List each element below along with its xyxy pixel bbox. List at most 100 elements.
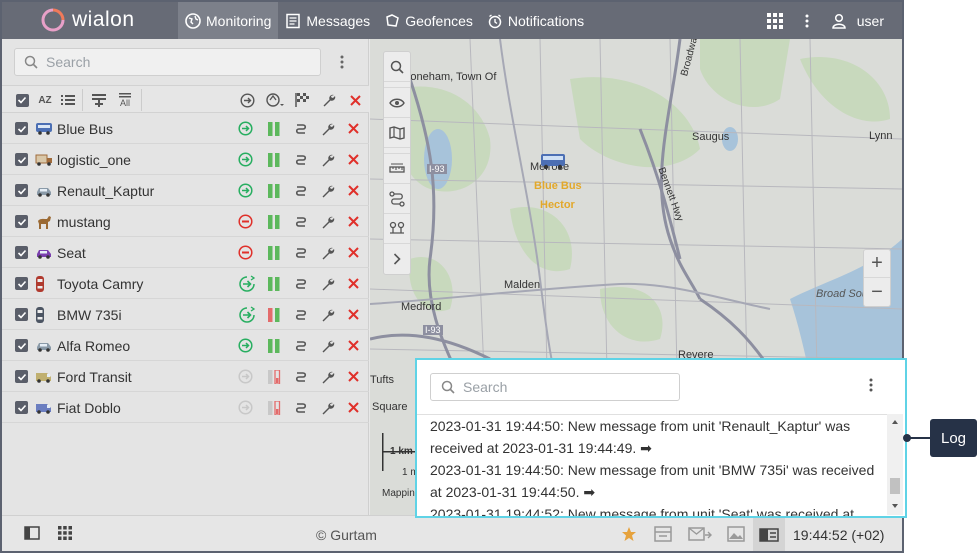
sensor-state-icon[interactable] [267, 113, 281, 144]
commands-icon[interactable] [295, 299, 307, 330]
favorites-button[interactable] [621, 526, 637, 547]
apps-button[interactable] [58, 526, 72, 545]
logo[interactable]: wialon [40, 8, 135, 32]
apps-grid-button[interactable] [759, 2, 791, 39]
close-icon[interactable] [348, 144, 359, 175]
nav-geofences[interactable]: Geofences [377, 2, 480, 39]
sensor-state-icon[interactable] [267, 268, 281, 299]
wrench-icon[interactable] [321, 175, 335, 206]
go-to-message-icon[interactable]: ➡ [640, 440, 652, 456]
connection-state-icon[interactable] [238, 330, 253, 361]
unit-row[interactable]: BMW 735i [2, 299, 369, 330]
wrench-icon[interactable] [321, 330, 335, 361]
unit-checkbox[interactable] [15, 268, 28, 299]
go-to-message-icon[interactable]: ➡ [583, 484, 595, 500]
log-search-input[interactable]: Search [430, 373, 680, 401]
connection-state-icon[interactable] [238, 175, 253, 206]
sensor-state-icon[interactable] [267, 361, 281, 392]
unit-checkbox[interactable] [15, 330, 28, 361]
user-label[interactable]: user [855, 13, 902, 29]
close-icon[interactable] [348, 268, 359, 299]
connection-state-icon[interactable] [238, 206, 253, 237]
tasks-button[interactable] [654, 526, 672, 547]
unit-row[interactable]: Alfa Romeo [2, 330, 369, 361]
unit-checkbox[interactable] [15, 144, 28, 175]
zoom-out-button[interactable]: − [864, 278, 890, 306]
list-view-button[interactable] [60, 86, 76, 114]
unit-checkbox[interactable] [15, 237, 28, 268]
log-scroll-thumb[interactable] [890, 478, 900, 494]
connection-state-icon[interactable] [238, 113, 253, 144]
connection-state-icon[interactable] [238, 392, 253, 423]
close-icon[interactable] [348, 361, 359, 392]
commands-icon[interactable] [295, 206, 307, 237]
unit-name[interactable]: logistic_one [57, 144, 131, 175]
sort-az-button[interactable]: AZ [36, 86, 54, 114]
nav-monitoring[interactable]: Monitoring [178, 2, 279, 39]
unit-row[interactable]: logistic_one [2, 144, 369, 175]
col-motion-header[interactable] [264, 86, 286, 114]
sensor-state-icon[interactable] [267, 392, 281, 423]
unit-row[interactable]: Renault_Kaptur [2, 175, 369, 206]
unit-name[interactable]: mustang [57, 206, 111, 237]
close-icon[interactable] [348, 175, 359, 206]
commands-icon[interactable] [295, 268, 307, 299]
connection-state-icon[interactable] [238, 268, 256, 299]
hittest-button[interactable] [384, 214, 410, 244]
nav-notifications[interactable]: Notifications [480, 2, 591, 39]
unit-name[interactable]: BMW 735i [57, 299, 122, 330]
remove-all-button[interactable] [347, 86, 363, 114]
route-button[interactable] [384, 184, 410, 214]
close-icon[interactable] [348, 237, 359, 268]
add-all-units-button[interactable]: All [116, 86, 134, 114]
col-properties-header[interactable] [320, 86, 338, 114]
map-visibility-button[interactable] [384, 88, 410, 118]
unit-row[interactable]: Ford Transit [2, 361, 369, 392]
unit-checkbox[interactable] [15, 175, 28, 206]
commands-icon[interactable] [295, 175, 307, 206]
unit-name[interactable]: Seat [57, 237, 86, 268]
panel-menu-button[interactable] [334, 53, 350, 71]
close-icon[interactable] [348, 113, 359, 144]
unit-checkbox[interactable] [15, 392, 28, 423]
log-scrollbar[interactable] [887, 414, 903, 515]
close-icon[interactable] [348, 330, 359, 361]
expand-tools-button[interactable] [384, 244, 410, 274]
wrench-icon[interactable] [321, 237, 335, 268]
unit-name[interactable]: Renault_Kaptur [57, 175, 154, 206]
wrench-icon[interactable] [321, 361, 335, 392]
user-button[interactable] [823, 2, 855, 39]
add-units-button[interactable] [91, 86, 107, 114]
sensor-state-icon[interactable] [267, 299, 281, 330]
log-menu-button[interactable] [869, 378, 873, 397]
gallery-button[interactable] [727, 526, 745, 547]
log-toggle-button[interactable] [753, 516, 785, 551]
unit-row[interactable]: Fiat Doblo [2, 392, 369, 423]
connection-state-icon[interactable] [238, 361, 253, 392]
close-icon[interactable] [348, 299, 359, 330]
wrench-icon[interactable] [321, 299, 335, 330]
distance-ruler-button[interactable] [384, 154, 410, 184]
sensor-state-icon[interactable] [267, 175, 281, 206]
commands-icon[interactable] [295, 237, 307, 268]
sensor-state-icon[interactable] [267, 330, 281, 361]
connection-state-icon[interactable] [238, 299, 256, 330]
col-commands-header[interactable] [293, 86, 311, 114]
sensor-state-icon[interactable] [267, 206, 281, 237]
commands-icon[interactable] [295, 113, 307, 144]
sensor-state-icon[interactable] [267, 237, 281, 268]
wrench-icon[interactable] [321, 206, 335, 237]
close-icon[interactable] [348, 392, 359, 423]
scroll-up-arrow-icon[interactable] [887, 416, 903, 428]
unit-checkbox[interactable] [15, 361, 28, 392]
commands-icon[interactable] [295, 330, 307, 361]
unit-name[interactable]: Alfa Romeo [57, 330, 130, 361]
unit-row[interactable]: Seat [2, 237, 369, 268]
unit-name[interactable]: Fiat Doblo [57, 392, 121, 423]
nav-messages[interactable]: Messages [278, 2, 377, 39]
unit-name[interactable]: Ford Transit [57, 361, 132, 392]
wrench-icon[interactable] [321, 392, 335, 423]
unit-name[interactable]: Toyota Camry [57, 268, 143, 299]
commands-icon[interactable] [295, 392, 307, 423]
col-connection-header[interactable] [238, 86, 256, 114]
